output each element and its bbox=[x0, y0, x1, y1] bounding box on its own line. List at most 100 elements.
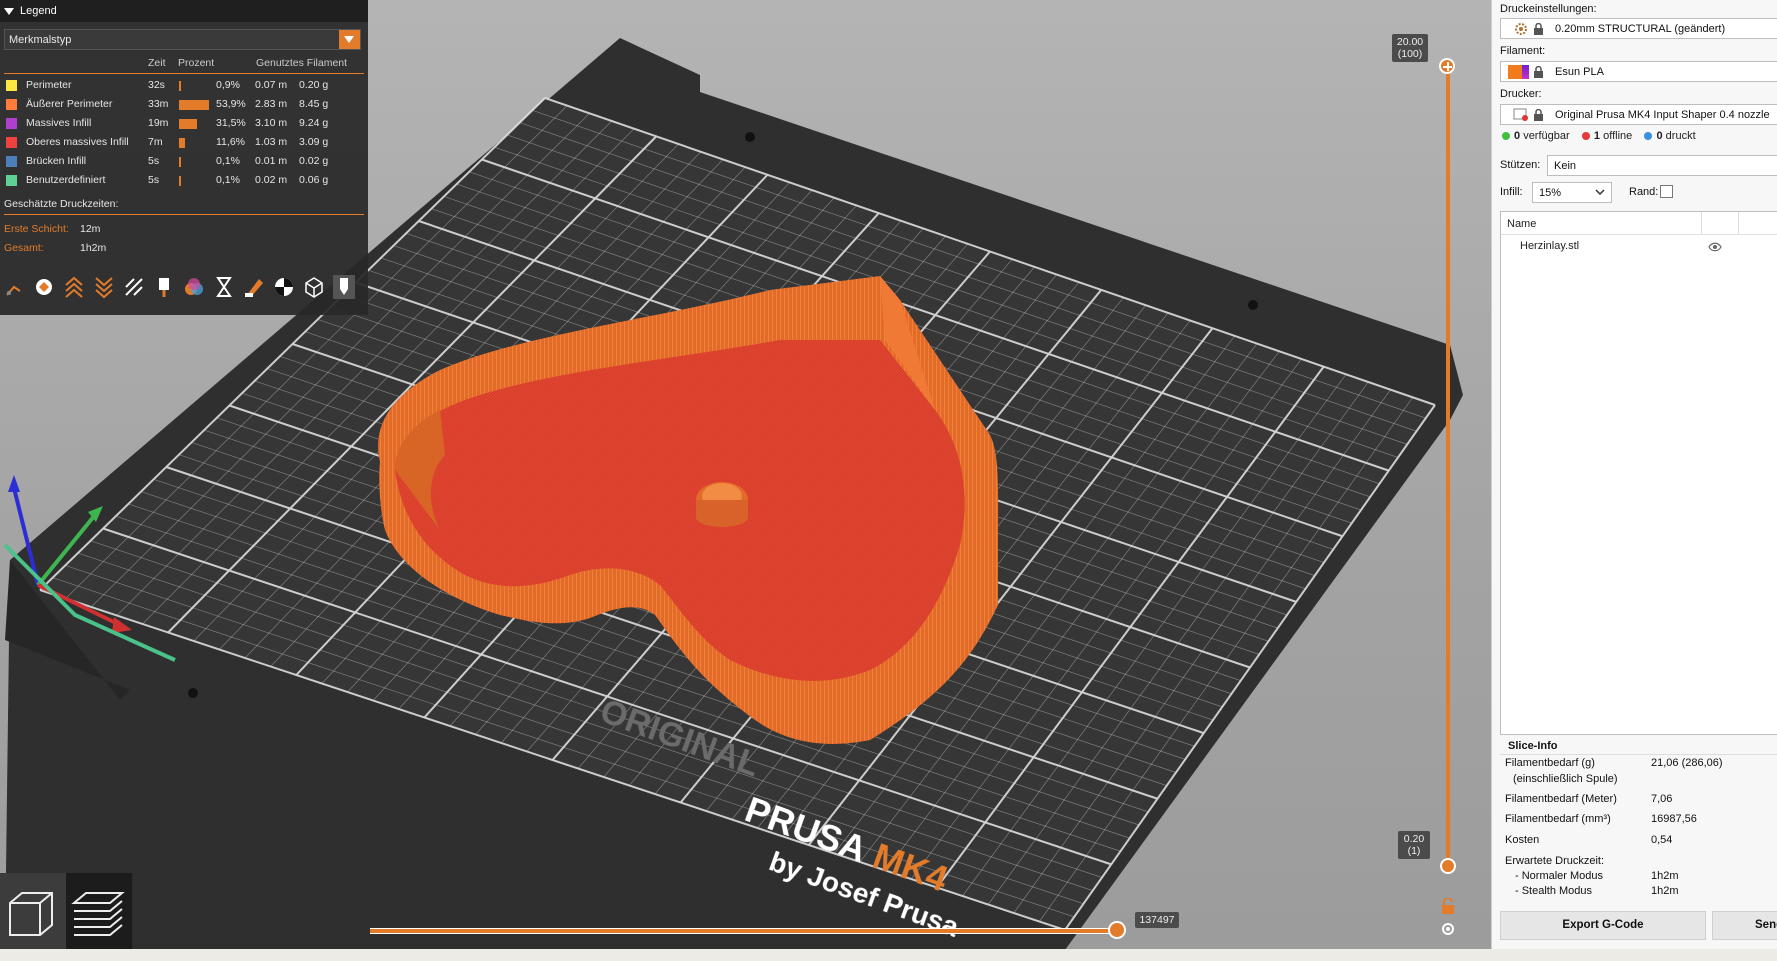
legend-panel: Legend Merkmalstyp Zeit Prozent Genutzte… bbox=[0, 0, 368, 315]
filament-m-label: Filamentbedarf (Meter) bbox=[1505, 793, 1617, 805]
print-settings-combo[interactable]: 0.20mm STRUCTURAL (geändert) bbox=[1500, 18, 1777, 39]
normal-mode-label: - Normaler Modus bbox=[1515, 870, 1604, 882]
seams-icon[interactable] bbox=[123, 275, 145, 299]
color-changes-icon[interactable] bbox=[183, 275, 205, 299]
export-gcode-button[interactable]: Export G-Code bbox=[1500, 911, 1706, 940]
legend-header[interactable]: Legend bbox=[0, 0, 368, 22]
lock-icon bbox=[1534, 66, 1543, 78]
col-percent: Prozent bbox=[178, 57, 215, 69]
lock-icon[interactable] bbox=[1441, 897, 1455, 914]
feature-color-swatch bbox=[6, 175, 17, 186]
top-thumb[interactable] bbox=[1439, 58, 1455, 74]
feature-percent: 31,5% bbox=[216, 117, 246, 129]
feature-length: 1.03 m bbox=[255, 136, 288, 148]
top-layer-number: (100) bbox=[1397, 48, 1423, 60]
bottom-layer-tag: 0.20 (1) bbox=[1398, 831, 1430, 859]
move-value-tag: 137497 bbox=[1135, 912, 1179, 928]
move-value: 137497 bbox=[1139, 914, 1175, 926]
legend-item[interactable]: Äußerer Perimeter 33m 53,9% 2.83 m 8.45 g bbox=[0, 96, 368, 113]
infill-combo[interactable]: 15% bbox=[1532, 182, 1612, 203]
slice-info-title: Slice-Info bbox=[1508, 740, 1558, 752]
first-layer-value: 12m bbox=[80, 223, 101, 235]
feature-time: 5s bbox=[148, 174, 160, 186]
total-value: 1h2m bbox=[80, 242, 107, 254]
legend-item[interactable]: Massives Infill 19m 31,5% 3.10 m 9.24 g bbox=[0, 115, 368, 132]
settings-cog-icon[interactable] bbox=[1440, 921, 1456, 937]
center-of-gravity-icon[interactable] bbox=[273, 275, 295, 299]
bottom-thumb[interactable] bbox=[1440, 858, 1456, 874]
status-bar bbox=[0, 949, 1777, 961]
feature-length: 2.83 m bbox=[255, 98, 288, 110]
printer-value: Original Prusa MK4 Input Shaper 0.4 nozz… bbox=[1555, 109, 1770, 121]
tool-marker-icon[interactable] bbox=[333, 275, 355, 299]
filament-color-swatch[interactable] bbox=[1508, 65, 1522, 79]
move-slider[interactable] bbox=[370, 928, 1118, 934]
infill-label: Infill: bbox=[1500, 186, 1523, 198]
feature-time: 33m bbox=[148, 98, 169, 110]
filament-mm3-value: 16987,56 bbox=[1651, 813, 1697, 825]
object-list-header-name: Name bbox=[1507, 218, 1537, 230]
pause-prints-icon[interactable] bbox=[213, 275, 235, 299]
dropdown-arrow-icon[interactable] bbox=[339, 30, 360, 49]
3d-view-button[interactable] bbox=[0, 873, 66, 949]
col-time: Zeit bbox=[148, 57, 166, 69]
wipe-icon[interactable] bbox=[33, 275, 55, 299]
supports-combo[interactable]: Kein bbox=[1547, 155, 1777, 176]
feature-percent-bar bbox=[179, 176, 181, 186]
send-button-label: Senden bbox=[1755, 919, 1777, 931]
feature-weight: 0.02 g bbox=[299, 155, 329, 167]
feature-percent-bar bbox=[179, 157, 181, 167]
view-type-value: Merkmalstyp bbox=[9, 34, 72, 46]
object-list[interactable]: Name Herzinlay.stl bbox=[1500, 211, 1777, 735]
travel-icon[interactable] bbox=[4, 275, 26, 299]
feature-color-swatch bbox=[6, 156, 17, 167]
tool-changes-icon[interactable] bbox=[153, 275, 175, 299]
3d-viewport[interactable]: ORIGINAL PRUSAMK4 by Josef Prusa Legend … bbox=[0, 0, 1491, 949]
feature-color-swatch bbox=[6, 99, 17, 110]
printer-combo[interactable]: Original Prusa MK4 Input Shaper 0.4 nozz… bbox=[1500, 104, 1777, 125]
legend-item[interactable]: Perimeter 32s 0,9% 0.07 m 0.20 g bbox=[0, 77, 368, 94]
supports-value: Kein bbox=[1554, 160, 1577, 172]
legend-separator bbox=[4, 73, 364, 74]
filament-combo[interactable]: Esun PLA bbox=[1500, 61, 1777, 82]
retractions-icon[interactable] bbox=[63, 275, 85, 299]
settings-sidebar: Druckeinstellungen: 0.20mm STRUCTURAL (g… bbox=[1491, 0, 1777, 949]
feature-time: 19m bbox=[148, 117, 169, 129]
available-dot-icon bbox=[1502, 132, 1510, 140]
shells-icon[interactable] bbox=[303, 275, 325, 299]
custom-gcode-icon[interactable] bbox=[243, 275, 265, 299]
printing-label: druckt bbox=[1665, 130, 1696, 142]
layer-slider[interactable] bbox=[1446, 66, 1450, 866]
deretractions-icon[interactable] bbox=[93, 275, 115, 299]
gear-icon bbox=[1515, 23, 1527, 35]
legend-separator-2 bbox=[4, 214, 364, 215]
collapse-triangle-icon[interactable] bbox=[4, 7, 14, 15]
preview-view-button[interactable] bbox=[66, 873, 132, 949]
legend-item[interactable]: Brücken Infill 5s 0,1% 0.01 m 0.02 g bbox=[0, 153, 368, 170]
feature-percent: 0,9% bbox=[216, 79, 240, 91]
feature-percent: 53,9% bbox=[216, 98, 246, 110]
eye-icon[interactable] bbox=[1708, 242, 1722, 252]
move-thumb[interactable] bbox=[1108, 921, 1126, 939]
feature-length: 0.01 m bbox=[255, 155, 288, 167]
feature-percent: 0,1% bbox=[216, 174, 240, 186]
feature-percent: 0,1% bbox=[216, 155, 240, 167]
offline-count: 1 bbox=[1593, 130, 1601, 142]
legend-item[interactable]: Oberes massives Infill 7m 11,6% 1.03 m 3.09 … bbox=[0, 134, 368, 151]
view-type-select[interactable]: Merkmalstyp bbox=[4, 29, 361, 50]
feature-percent: 11,6% bbox=[216, 136, 245, 148]
brim-checkbox[interactable] bbox=[1660, 185, 1673, 198]
lock-icon bbox=[1534, 23, 1543, 35]
feature-weight: 8.45 g bbox=[299, 98, 329, 110]
cube-icon bbox=[9, 892, 53, 936]
feature-time: 7m bbox=[148, 136, 163, 148]
legend-item[interactable]: Benutzerdefiniert 5s 0,1% 0.02 m 0.06 g bbox=[0, 172, 368, 189]
filament-g-label: Filamentbedarf (g) bbox=[1505, 757, 1595, 769]
filament-label: Filament: bbox=[1500, 45, 1546, 57]
send-button[interactable]: Senden bbox=[1712, 911, 1777, 940]
bottom-layer-number: (1) bbox=[1407, 845, 1421, 857]
feature-weight: 0.06 g bbox=[299, 174, 329, 186]
object-row[interactable]: Herzinlay.stl bbox=[1501, 238, 1777, 256]
view-toggle-group bbox=[0, 873, 133, 949]
feature-color-swatch bbox=[6, 137, 17, 148]
